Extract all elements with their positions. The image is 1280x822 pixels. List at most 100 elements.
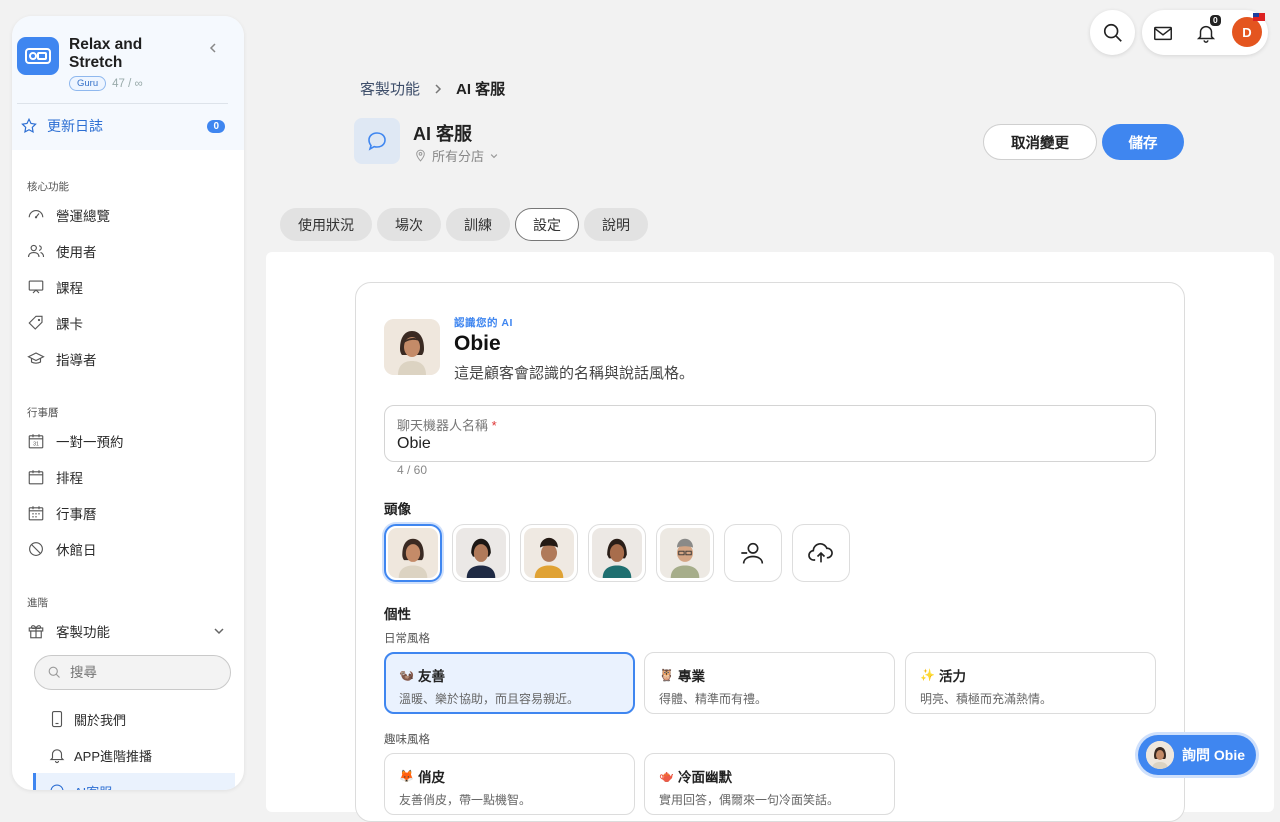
ask-obie-button[interactable]: 詢問 Obie [1138,735,1256,775]
sidebar-search[interactable] [34,655,231,690]
sidebar-item-custom-features[interactable]: 客製功能 [26,619,226,643]
org-logo[interactable] [17,37,59,75]
intro-eyebrow: 認識您的 AI [454,317,513,329]
bot-name-input[interactable] [397,435,1097,453]
avatar-option-5[interactable] [656,524,714,582]
breadcrumb-parent[interactable]: 客製功能 [360,78,420,99]
style-desc: 得體、精準而有禮。 [659,692,768,706]
ai-description: 這是顧客會認識的名稱與說話風格。 [454,365,695,382]
section-calendar-title: 行事曆 [27,407,59,419]
sidebar-search-input[interactable] [70,665,210,680]
sidebar: Relax and Stretch Guru 47 / ∞ 更新日誌 0 核心功… [12,16,244,790]
phone-icon [48,710,66,728]
sidebar-item-label: APP進階推播 [74,748,153,764]
fox-icon: 🦊 [399,769,414,783]
teapot-icon: 🫖 [659,769,674,783]
section-core-title: 核心功能 [27,181,69,193]
save-button[interactable]: 儲存 [1102,124,1184,160]
org-meta: Guru 47 / ∞ [69,76,143,91]
avatar-section-label: 頭像 [384,502,411,517]
sparkles-icon: ✨ [920,668,935,682]
breadcrumb-current: AI 客服 [456,81,506,98]
changelog-link[interactable]: 更新日誌 0 [20,116,225,136]
style-title: 冷面幽默 [677,770,732,785]
global-search-button[interactable] [1090,10,1135,55]
avatar-option-2[interactable] [452,524,510,582]
branch-selector[interactable]: 所有分店 [414,146,499,165]
ai-avatar-image [384,319,440,375]
sidebar-item-label: 關於我們 [74,712,127,728]
star-icon [20,117,38,135]
obie-avatar [1146,741,1174,769]
sidebar-item-calendar[interactable]: 行事曆 [26,501,226,525]
ticket-icon [26,313,46,333]
tab-help[interactable]: 說明 [584,208,648,241]
tab-usage[interactable]: 使用狀況 [280,208,372,241]
sidebar-item-users[interactable]: 使用者 [26,239,226,263]
svg-text:31: 31 [33,442,39,448]
avatar-upload-button[interactable] [792,524,850,582]
top-actions: 0 D [1142,10,1268,55]
tab-settings[interactable]: 設定 [515,208,579,241]
notification-count: 0 [1210,15,1221,26]
style-title: 友善 [417,669,445,684]
appointment-icon: 31 [26,431,46,451]
bell-icon [48,746,66,764]
bot-name-field[interactable]: 聊天機器人名稱 * [384,405,1156,462]
schedule-icon [26,467,46,487]
sidebar-item-ai-support[interactable]: AI客服 [48,779,228,790]
sidebar-item-tickets[interactable]: 課卡 [26,311,226,335]
style-title: 活力 [938,669,966,684]
bot-name-label: 聊天機器人名稱 * [397,418,497,433]
collapse-sidebar-icon[interactable] [206,41,220,55]
sidebar-item-label: 客製功能 [56,625,110,640]
org-name: Relax and Stretch [69,36,143,71]
location-pin-icon [414,149,427,162]
cloud-upload-icon [807,539,835,567]
chevron-down-icon [212,624,226,638]
chat-bubble-icon [354,118,400,164]
style-option-friendly[interactable]: 🦦 友善 溫暖、樂於協助，而且容易親近。 [384,652,635,714]
style-option-energetic[interactable]: ✨ 活力 明亮、積極而充滿熱情。 [905,652,1156,714]
sidebar-item-label: 行事曆 [56,507,97,522]
style-option-deadpan[interactable]: 🫖 冷面幽默 實用回答，偶爾來一句冷面笑話。 [644,753,895,815]
tab-training[interactable]: 訓練 [446,208,510,241]
avatar-option-1[interactable] [384,524,442,582]
mail-icon[interactable] [1152,22,1174,44]
sidebar-item-dashboard[interactable]: 營運總覽 [26,203,226,227]
sidebar-item-label: 排程 [56,471,83,486]
page-title: AI 客服 [413,124,473,144]
sidebar-item-label: 使用者 [56,245,97,260]
breadcrumb: 客製功能 AI 客服 [360,78,505,99]
sidebar-item-label: 一對一預約 [56,435,124,450]
style-option-playful[interactable]: 🦊 俏皮 友善俏皮，帶一點機智。 [384,753,635,815]
user-avatar[interactable]: D [1232,17,1262,47]
style-desc: 溫暖、樂於協助，而且容易親近。 [399,692,580,706]
chevron-right-icon [432,83,444,95]
org-header: Relax and Stretch Guru 47 / ∞ 更新日誌 0 [12,16,244,150]
style-option-professional[interactable]: 🦉 專業 得體、精準而有禮。 [644,652,895,714]
ask-obie-label: 詢問 Obie [1182,747,1246,763]
avatar-option-4[interactable] [588,524,646,582]
section-advanced-title: 進階 [27,597,48,609]
tab-sessions[interactable]: 場次 [377,208,441,241]
sidebar-item-appointment[interactable]: 31 一對一預約 [26,429,226,453]
users-icon [26,241,46,261]
flag-icon[interactable] [1253,13,1265,21]
usage-count: 47 / ∞ [112,77,143,90]
chat-icon [48,782,66,790]
sidebar-item-push[interactable]: APP進階推播 [48,743,228,767]
sidebar-item-instructors[interactable]: 指導者 [26,347,226,371]
sidebar-item-about-us[interactable]: 關於我們 [48,707,228,731]
cancel-changes-button[interactable]: 取消變更 [983,124,1097,160]
avatar-option-3[interactable] [520,524,578,582]
changelog-label: 更新日誌 [47,118,103,134]
gift-icon [26,621,46,641]
closed-icon [26,539,46,559]
avatar-placeholder-option[interactable] [724,524,782,582]
sidebar-item-closed-days[interactable]: 休館日 [26,537,226,561]
sidebar-item-classes[interactable]: 課程 [26,275,226,299]
search-icon [47,665,62,680]
sidebar-item-schedule[interactable]: 排程 [26,465,226,489]
sidebar-item-label: 休館日 [56,543,97,558]
